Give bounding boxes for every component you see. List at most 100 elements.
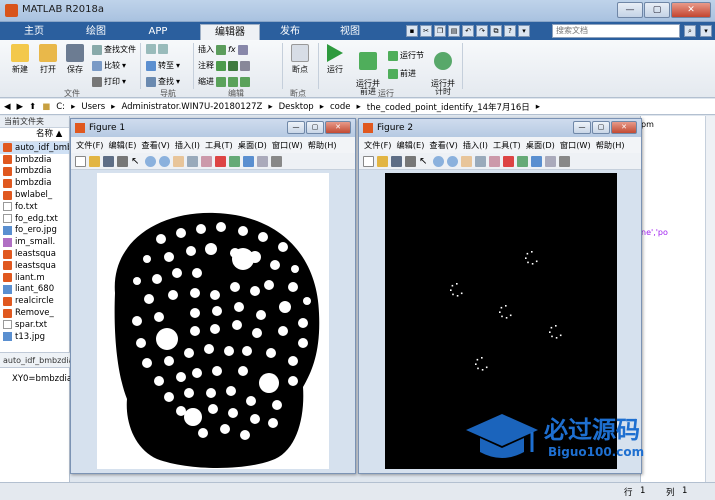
file-list-item[interactable]: bmbzdia [0, 177, 69, 189]
undo-icon[interactable]: ↶ [462, 25, 474, 37]
file-list-item[interactable]: Remove_ [0, 307, 69, 319]
file-list-item[interactable]: bmbzdia [0, 154, 69, 166]
legend-icon[interactable] [257, 155, 268, 167]
figure-menu-item[interactable]: 工具(T) [493, 139, 521, 151]
figure-menu-item[interactable]: 插入(I) [463, 139, 488, 151]
cut-icon[interactable]: ✂ [420, 25, 432, 37]
paste-icon[interactable]: ▤ [448, 25, 460, 37]
save-quick-icon[interactable]: ▪ [406, 25, 418, 37]
path-part[interactable]: Desktop [279, 102, 314, 112]
indent-button[interactable]: 缩进 [198, 76, 250, 87]
tab-plots[interactable]: 绘图 [74, 24, 118, 40]
figure-2-minimize-button[interactable]: — [573, 121, 591, 134]
browse-folder-icon[interactable]: ■ [42, 102, 50, 112]
data-cursor-icon[interactable] [489, 155, 500, 167]
figure-menu-item[interactable]: 编辑(E) [396, 139, 424, 151]
path-part[interactable]: the_coded_point_identify_14年7月16日 [367, 101, 530, 113]
colorbar-icon[interactable] [531, 155, 542, 167]
figure-menu-item[interactable]: 窗口(W) [272, 139, 303, 151]
pan-hand-icon[interactable] [461, 155, 472, 167]
forward-icon[interactable]: ▶ [17, 102, 24, 112]
figure-2-maximize-button[interactable]: ▢ [592, 121, 610, 134]
help-icon[interactable]: ? [504, 25, 516, 37]
minimize-button[interactable]: — [617, 2, 643, 18]
file-list-item[interactable]: spar.txt [0, 319, 69, 331]
compare-button[interactable]: 比较 ▾ [92, 60, 126, 71]
new-figure-icon[interactable] [75, 155, 86, 167]
new-figure-icon[interactable] [363, 155, 374, 167]
figure-2-titlebar[interactable]: Figure 2 — ▢ ✕ [359, 119, 641, 137]
link-plot-icon[interactable] [229, 155, 240, 167]
colorbar-icon[interactable] [243, 155, 254, 167]
file-list-item[interactable]: im_small. [0, 236, 69, 248]
tab-view[interactable]: 视图 [328, 24, 372, 40]
maximize-button[interactable]: ▢ [644, 2, 670, 18]
pan-hand-icon[interactable] [173, 155, 184, 167]
find-files-button[interactable]: 查找文件 [92, 44, 136, 55]
file-list-item[interactable]: leastsqua [0, 260, 69, 272]
path-part[interactable]: Administrator.WIN7U-20180127Z [121, 102, 262, 112]
insert-button[interactable]: 插入 fx [198, 44, 248, 55]
print-figure-icon[interactable] [405, 155, 416, 167]
copy-icon[interactable]: ❐ [434, 25, 446, 37]
search-docs-input[interactable]: 搜索文档 [552, 24, 680, 38]
goto-button[interactable]: 转至 ▾ [146, 60, 180, 71]
legend-icon[interactable] [545, 155, 556, 167]
edit-plot-arrow-icon[interactable]: ↖ [419, 156, 430, 167]
tab-publish[interactable]: 发布 [268, 24, 312, 40]
up-folder-icon[interactable]: ⬆ [29, 102, 36, 112]
zoom-in-icon[interactable] [433, 155, 444, 167]
hide-tools-icon[interactable] [271, 155, 282, 167]
hide-tools-icon[interactable] [559, 155, 570, 167]
save-button[interactable]: 保存 [62, 44, 88, 75]
path-part[interactable]: C: [56, 102, 65, 112]
zoom-out-icon[interactable] [447, 155, 458, 167]
data-cursor-icon[interactable] [201, 155, 212, 167]
switch-window-icon[interactable]: ⧉ [490, 25, 502, 37]
figure-1-titlebar[interactable]: Figure 1 — ▢ ✕ [71, 119, 355, 137]
dropdown-icon[interactable]: ▾ [518, 25, 530, 37]
brush-icon[interactable] [215, 155, 226, 167]
command-line[interactable]: XY0=bmbzdia [12, 374, 72, 384]
figure-1-window[interactable]: Figure 1 — ▢ ✕ 文件(F) 编辑(E) 查看(V) 插入(I) 工具(T)… [70, 118, 356, 474]
figure-1-minimize-button[interactable]: — [287, 121, 305, 134]
figure-menu-item[interactable]: 编辑(E) [108, 139, 136, 151]
figure-menu-item[interactable]: 文件(F) [76, 139, 103, 151]
file-list-item[interactable]: liant.m [0, 272, 69, 284]
expand-icon[interactable]: ▾ [700, 25, 712, 37]
run-and-time-button[interactable]: 运行并 计时 [428, 44, 458, 96]
file-list-item[interactable]: t13.jpg [0, 331, 69, 343]
run-button[interactable]: 运行 [322, 44, 348, 75]
name-column-header[interactable]: 名称 ▲ [0, 128, 69, 142]
advance-button[interactable]: 前进 [388, 68, 416, 79]
tab-editor[interactable]: 编辑器 [200, 24, 260, 40]
figure-menu-item[interactable]: 帮助(H) [308, 139, 337, 151]
figure-menu-item[interactable]: 工具(T) [205, 139, 233, 151]
fx-button[interactable]: fx [228, 45, 236, 54]
zoom-out-icon[interactable] [159, 155, 170, 167]
figure-menu-item[interactable]: 文件(F) [364, 139, 391, 151]
tab-home[interactable]: 主页 [14, 24, 54, 40]
open-file-icon[interactable] [377, 155, 388, 167]
figure-1-close-button[interactable]: ✕ [325, 121, 351, 134]
editor-scrollbar[interactable] [705, 116, 715, 492]
file-list-item[interactable]: auto_idf_bmbz.m [0, 142, 69, 154]
edit-plot-arrow-icon[interactable]: ↖ [131, 156, 142, 167]
search-icon[interactable]: ⌕ [684, 25, 696, 37]
figure-menu-item[interactable]: 桌面(D) [238, 139, 267, 151]
open-button[interactable]: 打开 [34, 44, 62, 75]
path-part[interactable]: Users [81, 102, 105, 112]
print-button[interactable]: 打印 ▾ [92, 76, 126, 87]
tab-apps[interactable]: APP [136, 24, 180, 40]
file-list-item[interactable]: fo_edg.txt [0, 213, 69, 225]
file-list-item[interactable]: leastsqua [0, 248, 69, 260]
rotate-3d-icon[interactable] [475, 155, 486, 167]
comment-button[interactable]: 注释 [198, 60, 250, 71]
figure-1-maximize-button[interactable]: ▢ [306, 121, 324, 134]
figure-menu-item[interactable]: 查看(V) [429, 139, 457, 151]
brush-icon[interactable] [503, 155, 514, 167]
figure-menu-item[interactable]: 帮助(H) [596, 139, 625, 151]
file-list-item[interactable]: bwlabel_ [0, 189, 69, 201]
figure-menu-item[interactable]: 查看(V) [141, 139, 169, 151]
file-list-item[interactable]: realcircle [0, 295, 69, 307]
